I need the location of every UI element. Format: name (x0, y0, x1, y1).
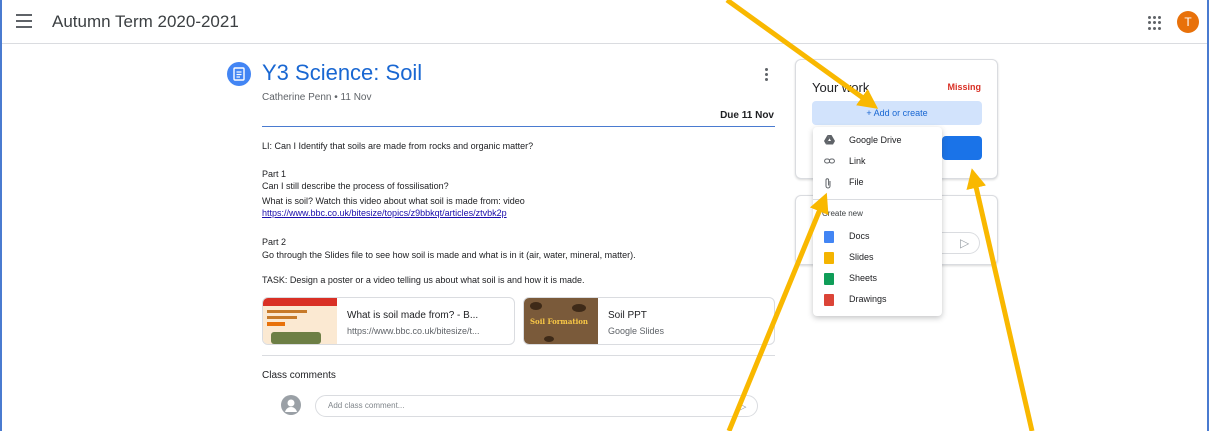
menu-item-label: Sheets (849, 273, 878, 283)
slide-thumb-title: Soil Formation (530, 317, 589, 326)
paperclip-icon (824, 177, 834, 189)
part1-heading: Part 1 (262, 169, 287, 179)
drawings-icon (824, 294, 834, 306)
annotation-arrows (725, 0, 1035, 431)
assignment-meta: Catherine Penn • 11 Nov (262, 92, 372, 103)
private-comment-input[interactable] (938, 232, 980, 254)
part2-heading: Part 2 (262, 237, 287, 247)
part1-line-b: What is soil? Watch this video about wha… (262, 196, 525, 206)
menu-item-drawings[interactable]: Drawings (813, 290, 942, 310)
send-icon[interactable]: ▷ (738, 400, 746, 413)
send-icon[interactable]: ▷ (960, 236, 969, 250)
learning-intention: LI: Can I Identify that soils are made f… (262, 141, 534, 151)
sheets-icon (824, 273, 834, 285)
menu-item-link[interactable]: Link (813, 152, 942, 172)
bbc-thumbnail (263, 298, 337, 344)
menu-item-docs[interactable]: Docs (813, 227, 942, 247)
google-drive-icon (824, 135, 835, 147)
header-divider (262, 126, 775, 127)
docs-icon (824, 231, 834, 243)
create-new-label: Create new (822, 209, 863, 218)
part2-line-a: Go through the Slides file to see how so… (262, 250, 636, 260)
menu-item-label: Link (849, 156, 866, 166)
menu-item-label: Drawings (849, 294, 887, 304)
menu-item-sheets[interactable]: Sheets (813, 269, 942, 289)
class-comment-input[interactable]: Add class comment... (315, 395, 758, 417)
menu-item-slides[interactable]: Slides (813, 248, 942, 268)
attachment-type: Google Slides (608, 326, 665, 336)
assignment-title: Y3 Science: Soil (262, 60, 423, 85)
menu-item-label: File (849, 177, 864, 187)
status-badge: Missing (947, 82, 981, 92)
due-date: Due 11 Nov (720, 110, 774, 121)
attachment-title: Soil PPT (608, 310, 647, 321)
attachment-card-bbc[interactable]: What is soil made from? - B... https://w… (262, 297, 515, 345)
submit-button[interactable] (942, 136, 982, 160)
menu-item-google-drive[interactable]: Google Drive (813, 131, 942, 151)
class-comments-label: Class comments (262, 370, 336, 381)
link-icon (824, 156, 835, 168)
menu-item-label: Google Drive (849, 135, 902, 145)
your-work-title: Your work (812, 80, 870, 95)
menu-icon[interactable] (16, 14, 32, 28)
soil-ppt-thumbnail: Soil Formation (524, 298, 598, 344)
user-avatar (281, 395, 301, 415)
add-menu: Google Drive Link File Create new Docs S… (813, 127, 942, 316)
menu-item-label: Docs (849, 231, 870, 241)
attachment-url: https://www.bbc.co.uk/bitesize/t... (347, 326, 480, 336)
menu-item-file[interactable]: File (813, 173, 942, 193)
top-bar: Autumn Term 2020-2021 T (2, 0, 1207, 44)
task-line: TASK: Design a poster or a video telling… (262, 275, 585, 285)
more-options-icon[interactable] (764, 68, 770, 82)
part1-line-a: Can I still describe the process of foss… (262, 181, 449, 191)
attachment-card-slides[interactable]: Soil Formation Soil PPT Google Slides (523, 297, 775, 345)
assignment-icon (227, 62, 251, 86)
comments-divider (262, 355, 775, 356)
add-or-create-button[interactable]: + Add or create (812, 101, 982, 125)
account-avatar[interactable]: T (1177, 11, 1199, 33)
menu-item-label: Slides (849, 252, 874, 262)
menu-divider (813, 199, 942, 200)
apps-grid-icon[interactable] (1148, 16, 1162, 30)
video-link[interactable]: https://www.bbc.co.uk/bitesize/topics/z9… (262, 207, 507, 219)
slides-icon (824, 252, 834, 264)
attachment-title: What is soil made from? - B... (347, 310, 479, 321)
class-title[interactable]: Autumn Term 2020-2021 (52, 12, 239, 32)
